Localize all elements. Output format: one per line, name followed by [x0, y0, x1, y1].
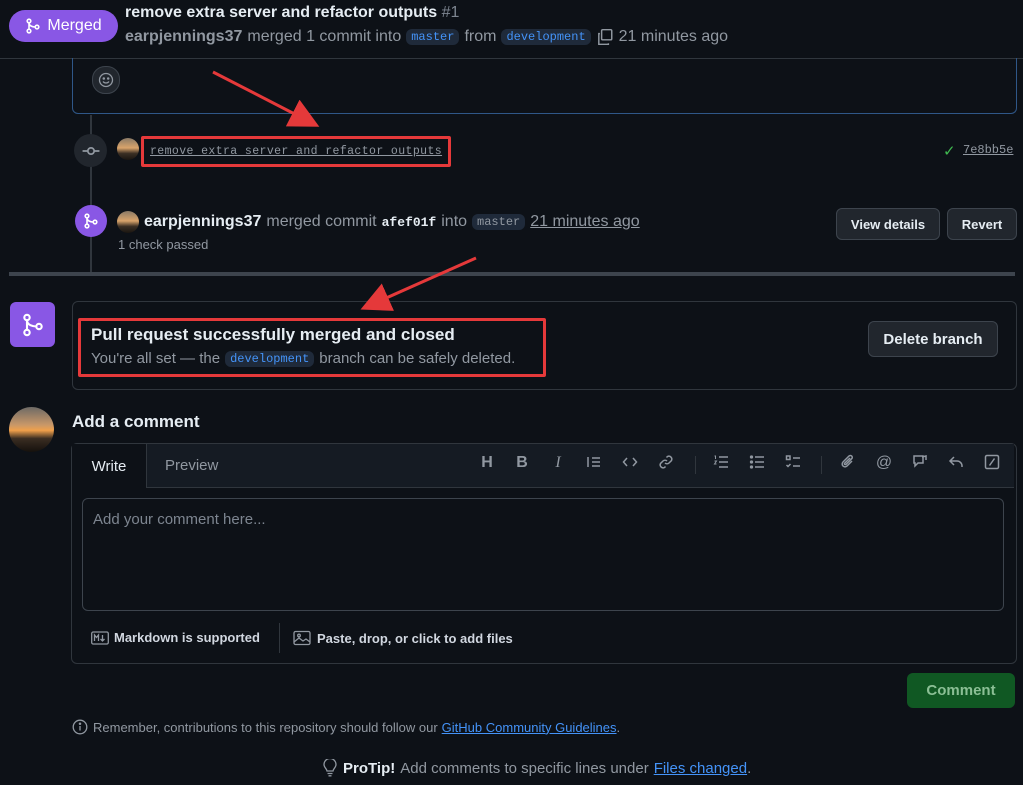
pr-title-text: remove extra server and refactor outputs — [125, 4, 438, 21]
files-note-text: Paste, drop, or click to add files — [317, 630, 513, 646]
reply-icon[interactable] — [945, 454, 967, 475]
merge-status-description: You're all set — the development branch … — [91, 350, 515, 367]
remember-suffix: . — [616, 719, 621, 735]
annotation-arrows — [212, 70, 477, 311]
task-list-icon[interactable] — [782, 454, 804, 475]
merge-status-icon — [10, 302, 55, 347]
merge-event: earpjennings37 merged commit afef01f int… — [117, 211, 640, 233]
merge-icon — [84, 213, 98, 229]
previous-comment-box — [72, 58, 1017, 114]
tab-preview[interactable]: Preview — [165, 457, 218, 474]
revert-button[interactable]: Revert — [947, 208, 1017, 240]
status-badge: Merged — [9, 10, 118, 42]
lightbulb-icon — [323, 759, 337, 777]
ordered-list-icon[interactable] — [710, 454, 732, 475]
annotation-arrow-merge-status — [360, 256, 477, 311]
markdown-support-link[interactable]: Markdown is supported — [91, 630, 260, 645]
merge-status-title: Pull request successfully merged and clo… — [91, 325, 455, 344]
add-reaction-button[interactable] — [92, 66, 120, 94]
protip-label: ProTip! — [343, 759, 396, 777]
bold-icon[interactable]: B — [511, 454, 533, 472]
merge-icon — [26, 18, 40, 34]
markdown-note-text: Markdown is supported — [114, 630, 260, 645]
footer-separator — [279, 623, 280, 653]
mention-icon[interactable]: @ — [873, 454, 895, 472]
commit-node — [74, 134, 107, 167]
attach-icon[interactable] — [837, 454, 859, 475]
delete-branch-button[interactable]: Delete branch — [868, 321, 998, 357]
avatar[interactable] — [117, 211, 139, 233]
toolbar-separator — [821, 456, 822, 474]
git-commit-icon — [82, 146, 99, 155]
pr-meta: earpjennings37 merged 1 commit into mast… — [125, 28, 728, 46]
files-changed-link[interactable]: Files changed — [654, 760, 747, 777]
copy-icon[interactable] — [596, 28, 614, 46]
slash-command-icon[interactable] — [981, 454, 1003, 475]
tab-write[interactable]: Write — [72, 444, 147, 488]
merge-author-link[interactable]: earpjennings37 — [144, 213, 261, 231]
code-icon[interactable] — [619, 454, 641, 475]
page-title: remove extra server and refactor outputs… — [125, 4, 459, 22]
merge-sha-link[interactable]: afef01f — [382, 215, 437, 230]
comment-submit-button[interactable]: Comment — [907, 673, 1015, 708]
avatar[interactable] — [9, 407, 54, 452]
contribution-note: Remember, contributions to this reposito… — [72, 719, 620, 735]
image-icon — [293, 630, 311, 646]
markdown-icon — [91, 630, 109, 645]
merge-desc-suffix: branch can be safely deleted. — [319, 350, 516, 367]
pr-from-text: from — [464, 28, 497, 45]
info-icon — [72, 719, 88, 735]
link-icon[interactable] — [655, 454, 677, 475]
merge-desc-branch: development — [225, 350, 315, 367]
reference-icon[interactable] — [909, 454, 931, 475]
pr-author-link[interactable]: earpjennings37 — [125, 28, 242, 46]
base-branch-link[interactable]: master — [406, 29, 460, 45]
merge-into-text: into — [441, 213, 468, 230]
merge-node — [75, 205, 107, 237]
heading-icon[interactable]: H — [476, 454, 498, 472]
merge-action-text: merged commit — [266, 213, 377, 230]
toolbar-separator — [695, 456, 696, 474]
commit-message-link[interactable]: remove extra server and refactor outputs — [141, 136, 452, 167]
checks-status[interactable]: 1 check passed — [118, 237, 208, 252]
community-guidelines-link[interactable]: GitHub Community Guidelines — [442, 720, 617, 735]
timeline-divider — [9, 272, 1015, 276]
protip-suffix: . — [747, 759, 752, 777]
quote-icon[interactable] — [583, 454, 605, 475]
merge-icon — [22, 313, 43, 336]
add-files-button[interactable]: Paste, drop, or click to add files — [293, 630, 513, 646]
merge-desc-prefix: You're all set — the — [91, 350, 221, 367]
view-details-button[interactable]: View details — [836, 208, 940, 240]
pr-merged-text: merged 1 commit into — [247, 28, 402, 45]
status-badge-label: Merged — [47, 17, 102, 34]
italic-icon[interactable]: I — [547, 454, 569, 472]
merge-branch-link[interactable]: master — [472, 214, 526, 230]
head-branch-link[interactable]: development — [501, 29, 591, 45]
remember-prefix: Remember, contributions to this reposito… — [93, 719, 438, 735]
protip-text: Add comments to specific lines under — [400, 759, 649, 777]
pr-time: 21 minutes ago — [618, 28, 729, 45]
pr-number: #1 — [441, 4, 460, 21]
smiley-icon — [98, 72, 114, 88]
merge-time-link[interactable]: 21 minutes ago — [530, 213, 639, 231]
check-icon[interactable]: ✓ — [943, 142, 956, 160]
avatar[interactable] — [117, 138, 139, 160]
add-comment-heading: Add a comment — [72, 412, 200, 431]
comment-textarea[interactable] — [82, 498, 1004, 611]
protip: ProTip! Add comments to specific lines u… — [322, 759, 751, 777]
unordered-list-icon[interactable] — [746, 454, 768, 475]
commit-sha-link[interactable]: 7e8bb5e — [963, 143, 1013, 157]
